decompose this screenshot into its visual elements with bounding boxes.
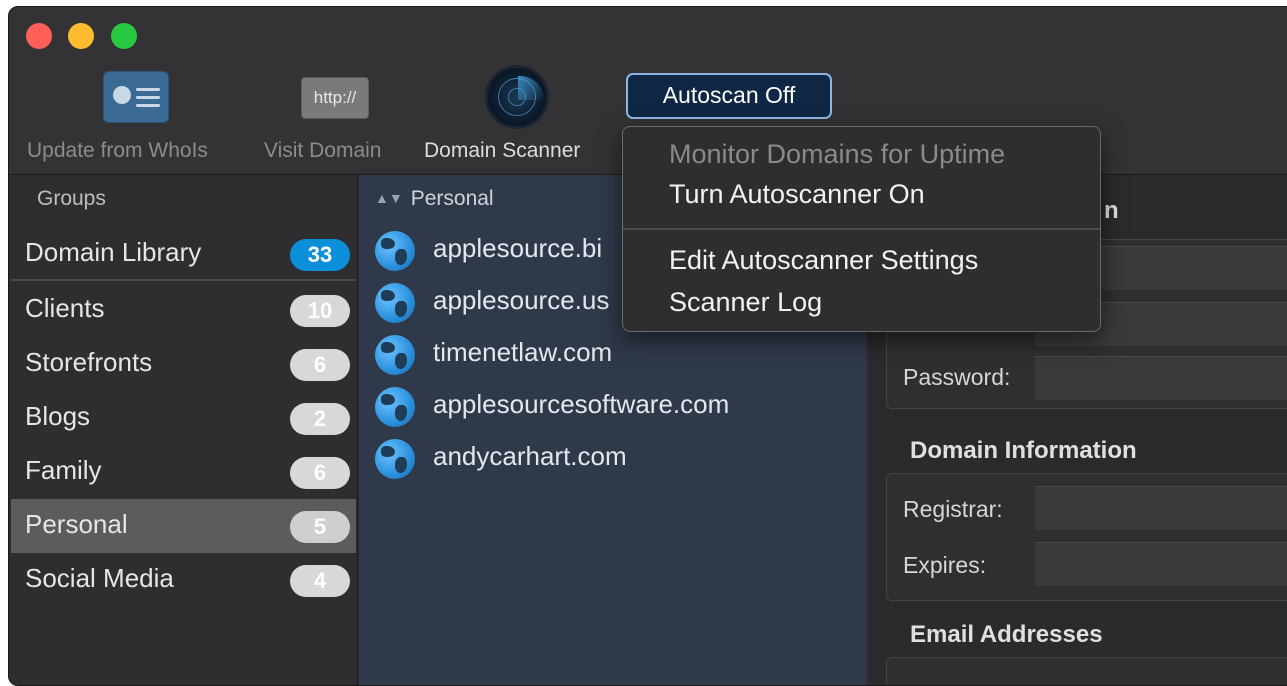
globe-icon — [375, 231, 415, 271]
sidebar-item-label: Social Media — [25, 563, 174, 593]
update-whois-icon[interactable] — [103, 71, 169, 123]
email-addresses-title: Email Addresses — [910, 621, 1103, 648]
radar-icon[interactable] — [485, 65, 549, 129]
menu-separator — [623, 228, 1100, 230]
password-field[interactable] — [1035, 356, 1287, 400]
minimize-window-button[interactable] — [68, 23, 94, 49]
count-badge: 33 — [290, 239, 350, 271]
count-badge: 6 — [290, 349, 350, 381]
visit-domain-button[interactable]: Visit Domain — [264, 139, 382, 163]
sidebar-item-label: Family — [25, 455, 102, 485]
update-whois-button[interactable]: Update from WhoIs — [27, 139, 208, 163]
domain-name: applesource.bi — [433, 233, 603, 263]
sidebar-item-personal[interactable]: Personal 5 — [11, 499, 356, 553]
domain-information-title: Domain Information — [910, 437, 1137, 464]
sidebar-item-storefronts[interactable]: Storefronts 6 — [11, 337, 356, 391]
count-badge: 2 — [290, 403, 350, 435]
count-badge: 6 — [290, 457, 350, 489]
domain-name: applesourcesoftware.com — [433, 389, 730, 419]
registrar-label: Registrar: — [903, 496, 1003, 522]
menu-item-edit-autoscanner-settings[interactable]: Edit Autoscanner Settings — [669, 245, 978, 276]
domain-scanner-button[interactable]: Domain Scanner — [424, 139, 580, 163]
globe-icon — [375, 439, 415, 479]
globe-icon — [375, 335, 415, 375]
domain-name: applesource.us — [433, 285, 610, 315]
visit-domain-icon[interactable]: http:// — [301, 77, 369, 119]
expires-label: Expires: — [903, 552, 987, 578]
sidebar-item-blogs[interactable]: Blogs 2 — [11, 391, 356, 445]
sidebar-item-clients[interactable]: Clients 10 — [11, 283, 356, 337]
autoscan-dropdown-menu: Monitor Domains for Uptime Turn Autoscan… — [622, 126, 1101, 332]
menu-item-monitor-header: Monitor Domains for Uptime — [669, 139, 1006, 169]
count-badge: 4 — [290, 565, 350, 597]
sidebar-item-family[interactable]: Family 6 — [11, 445, 356, 499]
menu-item-scanner-log[interactable]: Scanner Log — [669, 287, 822, 318]
sidebar-item-social-media[interactable]: Social Media 4 — [11, 553, 356, 607]
autoscan-button[interactable]: Autoscan Off — [626, 73, 832, 119]
maximize-window-button[interactable] — [111, 23, 137, 49]
list-header[interactable]: ▲▼ Personal — [375, 187, 494, 211]
globe-icon — [375, 283, 415, 323]
expires-field[interactable] — [1035, 542, 1287, 586]
count-badge: 5 — [290, 511, 350, 543]
close-window-button[interactable] — [26, 23, 52, 49]
sidebar-item-label: Domain Library — [25, 237, 202, 267]
count-badge: 10 — [290, 295, 350, 327]
registrar-field[interactable] — [1035, 486, 1287, 530]
sort-arrows-icon[interactable]: ▲▼ — [375, 190, 403, 206]
groups-header: Groups — [37, 187, 106, 210]
app-window: Update from WhoIs http:// Visit Domain D… — [8, 6, 1287, 686]
section-title-partial: n — [1104, 197, 1119, 224]
sidebar-item-label: Blogs — [25, 401, 91, 431]
password-label: Password: — [903, 364, 1011, 390]
sidebar-item-label: Clients — [25, 293, 105, 323]
list-header-label: Personal — [410, 187, 494, 210]
email-box — [886, 657, 1287, 685]
sidebar-item-domain-library[interactable]: Domain Library 33 — [11, 227, 356, 281]
groups-sidebar: Groups Domain Library 33 Clients 10 Stor… — [9, 175, 358, 685]
sidebar-item-label: Personal — [25, 509, 128, 539]
domain-name: timenetlaw.com — [433, 337, 613, 367]
sidebar-item-label: Storefronts — [25, 347, 153, 377]
globe-icon — [375, 387, 415, 427]
menu-item-turn-autoscanner-on[interactable]: Turn Autoscanner On — [669, 179, 925, 210]
domain-name: andycarhart.com — [433, 441, 627, 471]
domain-info-box: Registrar: Expires: — [886, 473, 1287, 601]
